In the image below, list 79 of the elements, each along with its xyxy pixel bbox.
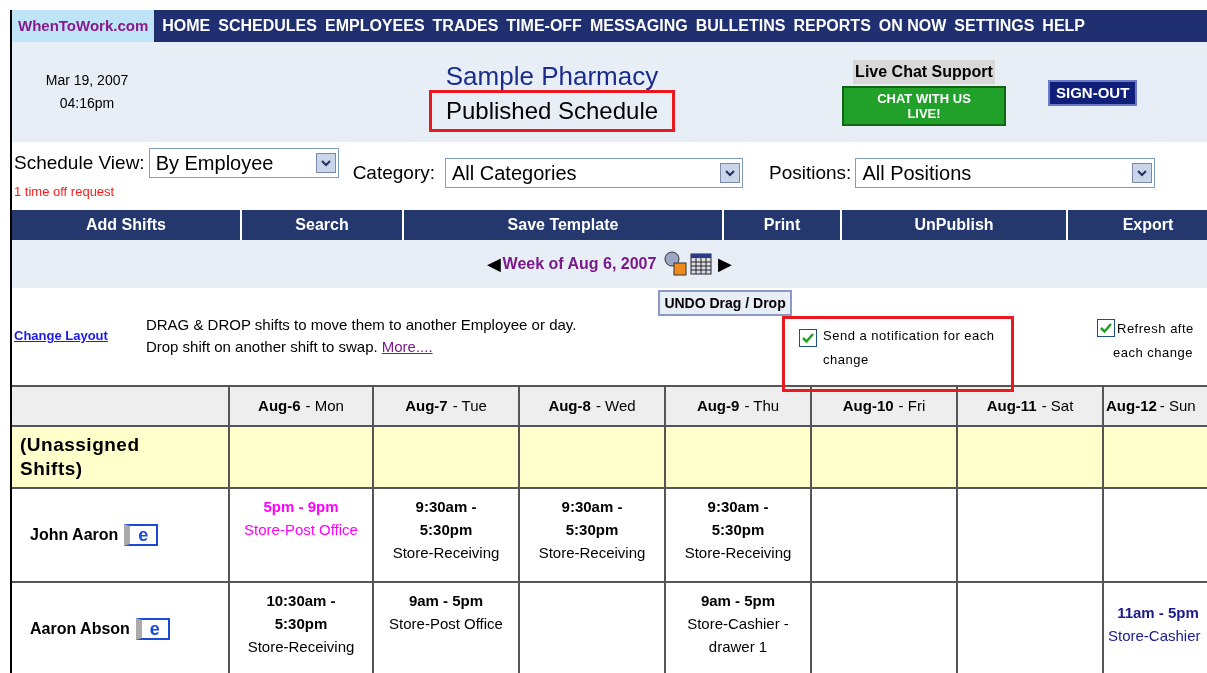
field-label: Schedule View: <box>14 150 145 175</box>
option-label: Send a notification for each change <box>823 327 996 369</box>
shift-time: 9am - 5pm <box>407 591 485 611</box>
sign-out-button[interactable]: SIGN-OUT <box>1048 80 1138 106</box>
category-dropdown[interactable]: All Categories <box>445 158 743 188</box>
shift-position: Store-Cashier <box>1107 626 1202 646</box>
previous-week-button[interactable]: ◀ <box>486 250 501 278</box>
toolbar-button[interactable]: Save Template <box>404 210 722 240</box>
date-text: Mar 19, 2007 <box>45 71 129 90</box>
column-day: - Tue <box>452 394 487 418</box>
more-link[interactable]: More.... <box>381 336 433 358</box>
shift-time: 9:30am - 5:30pm <box>706 497 770 540</box>
column-date: Aug-10 <box>842 395 894 416</box>
column-day: - Sun <box>1159 394 1196 418</box>
nav-link[interactable]: SETTINGS <box>950 14 1039 38</box>
schedule-view-dropdown[interactable]: By Employee <box>148 148 339 178</box>
shift-time: 9:30am - 5:30pm <box>414 497 478 540</box>
shift-position: Store-Receiving <box>537 543 647 563</box>
column-day: - Sat <box>1041 394 1074 418</box>
shift-position: Store-Receiving <box>683 543 793 563</box>
field-label: Category: <box>352 160 435 185</box>
employee-name: John Aaron <box>30 525 119 545</box>
shift-position: Store-Post Office <box>388 614 504 634</box>
shift-position: Store-Post Office <box>243 520 359 540</box>
column-day: - Thu <box>744 394 780 418</box>
column-date: Aug-8 <box>548 395 591 416</box>
toolbar-button[interactable]: Add Shifts <box>12 210 240 240</box>
tools-icon[interactable] <box>662 250 689 278</box>
column-date: Aug-12 <box>1106 395 1157 416</box>
nav-link[interactable]: HELP <box>1038 14 1090 38</box>
positions-dropdown[interactable]: All Positions <box>855 158 1156 188</box>
column-date: Aug-11 <box>986 395 1037 416</box>
field-label: Positions: <box>769 160 852 185</box>
checkbox[interactable] <box>1097 319 1115 337</box>
nav-link[interactable]: ON NOW <box>874 14 951 38</box>
shift-time: 5pm - 9pm <box>262 497 340 517</box>
instruction-text: DRAG & DROP shifts to move them to another Employee or day. <box>145 315 577 335</box>
nav-link[interactable]: EMPLOYEES <box>320 14 429 38</box>
checkbox[interactable] <box>799 329 817 347</box>
calendar-icon[interactable] <box>690 253 713 275</box>
shift-position: Store-Receiving <box>246 637 356 657</box>
shift-time: 9:30am - 5:30pm <box>560 497 624 540</box>
time-off-notice[interactable]: 1 time off request <box>14 182 339 202</box>
row-label: (Unassigned Shifts) <box>12 427 228 487</box>
shift-time: 9am - 5pm <box>699 591 777 611</box>
time-text: 04:16pm <box>59 94 115 113</box>
toolbar-button[interactable]: UnPublish <box>842 210 1066 240</box>
undo-button[interactable]: UNDO Drag / Drop <box>658 290 792 316</box>
employee-name: Aaron Abson <box>30 619 130 639</box>
shift-time: 11am - 5pm <box>1116 603 1200 623</box>
column-day: - Fri <box>898 394 926 418</box>
site-logo[interactable]: WhenToWork.com <box>12 10 155 42</box>
email-button[interactable]: e <box>135 618 170 640</box>
page-title: Published Schedule <box>428 90 676 132</box>
change-layout-link[interactable]: Change Layout <box>14 326 108 346</box>
next-week-button[interactable]: ▶ <box>718 250 733 278</box>
toolbar-button[interactable]: Export <box>1068 210 1207 240</box>
nav-link[interactable]: MESSAGING <box>585 14 692 38</box>
toolbar-button[interactable]: Print <box>724 210 840 240</box>
email-button[interactable]: e <box>124 524 159 546</box>
column-day: - Wed <box>595 394 636 418</box>
column-date: Aug-6 <box>258 395 301 416</box>
week-label: Week of Aug 6, 2007 <box>502 254 657 274</box>
nav-link[interactable]: REPORTS <box>789 14 875 38</box>
nav-link[interactable]: TRADES <box>428 14 503 38</box>
nav-link[interactable]: SCHEDULES <box>214 14 321 38</box>
nav-link[interactable]: BULLETINS <box>691 14 790 38</box>
column-date: Aug-7 <box>405 395 448 416</box>
shift-time: 10:30am - 5:30pm <box>265 591 337 634</box>
shift-position: Store-Receiving <box>391 543 501 563</box>
instruction-text: Drop shift on another shift to swap. <box>145 337 378 357</box>
column-date: Aug-9 <box>696 395 740 416</box>
nav-link[interactable]: HOME <box>158 14 215 38</box>
chat-label: Live Chat Support <box>853 60 995 84</box>
column-day: - Mon <box>305 394 344 418</box>
toolbar-button[interactable]: Search <box>242 210 402 240</box>
company-name: Sample Pharmacy <box>445 62 659 90</box>
nav-link[interactable]: TIME-OFF <box>502 14 586 38</box>
shift-position: Store-Cashier -drawer 1 <box>686 614 790 657</box>
